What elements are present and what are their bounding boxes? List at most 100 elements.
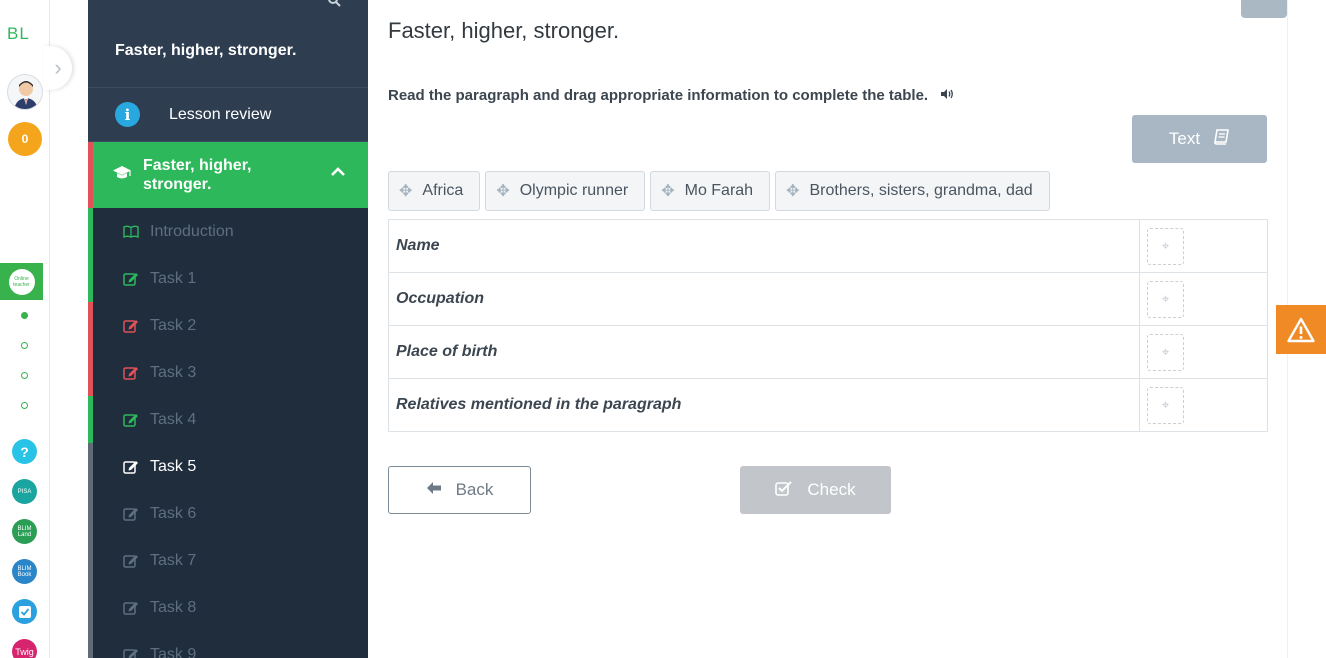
sidebar-item-label: Task 9 (150, 645, 197, 658)
online-teacher-button[interactable]: Online teacher (0, 263, 43, 300)
table-row: Name ⌖ (388, 219, 1268, 273)
progress-dot[interactable] (21, 402, 28, 409)
active-lesson-label: Faster, higher, stronger. (143, 157, 252, 193)
check-button[interactable]: Check (740, 466, 891, 514)
drop-cell: ⌖ (1139, 325, 1268, 379)
chip-label: Brothers, sisters, grandma, dad (809, 182, 1033, 199)
avatar[interactable] (7, 74, 43, 110)
table-row: Place of birth ⌖ (388, 325, 1268, 379)
search-icon[interactable] (328, 0, 342, 11)
blimland-app-icon[interactable]: BLIM Land (12, 519, 37, 544)
chip-label: Africa (422, 182, 464, 199)
drop-cell: ⌖ (1139, 272, 1268, 326)
chip-label: Mo Farah (684, 182, 754, 199)
online-teacher-label: Online teacher (8, 268, 35, 295)
brand-logo[interactable]: BL (7, 24, 30, 44)
sidebar-item-task-2[interactable]: Task 2 (88, 302, 368, 349)
sidebar-title: Faster, higher, stronger. (115, 42, 297, 59)
edit-icon (123, 553, 139, 569)
sidebar-item-label: Task 7 (150, 551, 197, 569)
list-app-icon[interactable] (12, 599, 37, 624)
sidebar-item-label: Task 3 (150, 363, 197, 381)
lesson-review-item[interactable]: i Lesson review (88, 88, 368, 142)
speaker-icon[interactable] (940, 88, 954, 103)
back-button[interactable]: Back (388, 466, 531, 514)
page-title: Faster, higher, stronger. (388, 18, 620, 43)
book-icon (123, 224, 139, 240)
sidebar-item-introduction[interactable]: Introduction (88, 208, 368, 255)
sidebar-item-task-9[interactable]: Task 9 (88, 631, 368, 658)
sidebar-item-label: Task 2 (150, 316, 197, 334)
row-label: Relatives mentioned in the paragraph (388, 378, 1140, 432)
crosshair-icon: ⌖ (1161, 344, 1170, 359)
active-lesson-item[interactable]: Faster, higher, stronger. (88, 142, 368, 208)
sidebar-item-task-6[interactable]: Task 6 (88, 490, 368, 537)
row-label: Place of birth (388, 325, 1140, 379)
move-icon: ✥ (661, 183, 675, 200)
help-icon[interactable]: ? (12, 439, 37, 464)
edit-icon (123, 412, 139, 428)
drop-zone[interactable]: ⌖ (1147, 333, 1184, 371)
draggable-chip[interactable]: ✥ Brothers, sisters, grandma, dad (775, 171, 1050, 211)
task-content: Faster, higher, stronger. Read the parag… (368, 0, 1288, 658)
sidebar-item-task-4[interactable]: Task 4 (88, 396, 368, 443)
sidebar-item-task-5[interactable]: Task 5 (88, 443, 368, 490)
text-button-label: Text (1168, 129, 1201, 148)
drop-zone[interactable]: ⌖ (1147, 280, 1184, 318)
sidebar-item-task-7[interactable]: Task 7 (88, 537, 368, 584)
expand-rail-button[interactable]: › (44, 46, 72, 90)
blimbook-app-icon[interactable]: BLIM Book (12, 559, 37, 584)
edit-icon (123, 318, 139, 334)
edit-icon (123, 647, 139, 658)
task-instructions: Read the paragraph and drag appropriate … (388, 87, 954, 104)
draggable-chip[interactable]: ✥ Olympic runner (485, 171, 646, 211)
sidebar-item-task-8[interactable]: Task 8 (88, 584, 368, 631)
draggable-options: ✥ Africa ✥ Olympic runner ✥ Mo Farah ✥ Broth… (388, 171, 1050, 211)
fullscreen-button[interactable] (1241, 0, 1287, 18)
edit-icon (123, 506, 139, 522)
crosshair-icon: ⌖ (1161, 238, 1170, 253)
sidebar-item-label: Task 6 (150, 504, 197, 522)
progress-dot[interactable] (21, 312, 28, 319)
crosshair-icon: ⌖ (1161, 291, 1170, 306)
draggable-chip[interactable]: ✥ Africa (388, 171, 481, 211)
progress-dot[interactable] (21, 342, 28, 349)
instructions-text: Read the paragraph and drag appropriate … (388, 87, 929, 104)
back-label: Back (455, 480, 494, 499)
sidebar-item-label: Task 5 (150, 457, 197, 475)
twig-app-icon[interactable]: Twig (12, 639, 37, 658)
row-label: Occupation (388, 272, 1140, 326)
points-badge: 0 (8, 122, 42, 156)
drop-zone[interactable]: ⌖ (1147, 386, 1184, 424)
drop-cell: ⌖ (1139, 219, 1268, 273)
edit-icon (123, 271, 139, 287)
sidebar-item-label: Task 4 (150, 410, 197, 428)
user-avatar-icon (14, 81, 38, 109)
text-button[interactable]: Text (1132, 115, 1267, 163)
graduation-cap-icon (110, 165, 134, 186)
draggable-chip[interactable]: ✥ Mo Farah (650, 171, 771, 211)
lesson-sidebar: Faster, higher, stronger. i Lesson revie… (88, 0, 368, 658)
row-label: Name (388, 219, 1140, 273)
warning-icon (1287, 317, 1315, 342)
arrow-left-icon (426, 480, 442, 500)
app-rail: BL 0 Online teacher ? PISA BLIM Land BLI… (0, 0, 50, 658)
table-row: Relatives mentioned in the paragraph ⌖ (388, 378, 1268, 432)
pisa-app-icon[interactable]: PISA (12, 479, 37, 504)
sidebar-item-task-1[interactable]: Task 1 (88, 255, 368, 302)
checklist-icon (18, 605, 31, 618)
sidebar-item-label: Introduction (150, 222, 234, 240)
report-issue-button[interactable] (1276, 305, 1326, 354)
lesson-review-label: Lesson review (169, 105, 272, 123)
move-icon: ✥ (496, 183, 510, 200)
book-icon (1214, 128, 1230, 150)
info-icon: i (115, 102, 140, 127)
edit-icon (123, 459, 139, 475)
drop-cell: ⌖ (1139, 378, 1268, 432)
sidebar-item-task-3[interactable]: Task 3 (88, 349, 368, 396)
sidebar-header: Faster, higher, stronger. (88, 0, 368, 88)
move-icon: ✥ (399, 183, 413, 200)
progress-dot[interactable] (21, 372, 28, 379)
chevron-up-icon[interactable] (330, 164, 346, 182)
drop-zone[interactable]: ⌖ (1147, 227, 1184, 265)
